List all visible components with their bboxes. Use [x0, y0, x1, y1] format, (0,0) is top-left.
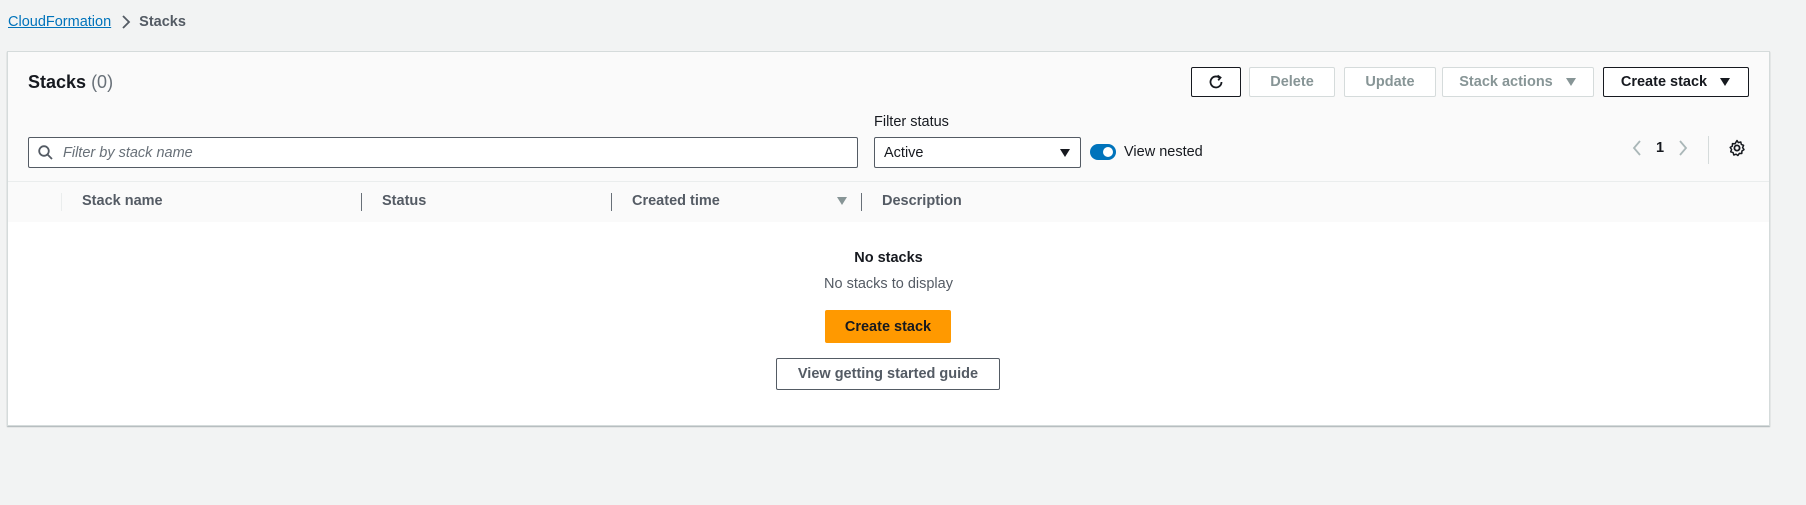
view-nested-label: View nested [1124, 144, 1203, 160]
chevron-left-icon[interactable] [1632, 140, 1642, 156]
page-title: Stacks (0) [28, 72, 113, 93]
chevron-right-icon [121, 15, 131, 29]
pagination: 1 [1632, 140, 1688, 156]
column-header-status[interactable]: Status [382, 193, 426, 209]
table-body: No stacks No stacks to display Create st… [8, 222, 1769, 425]
sort-descending-icon[interactable] [836, 196, 848, 206]
update-button[interactable]: Update [1344, 67, 1436, 97]
view-nested-toggle[interactable]: View nested [1090, 144, 1203, 160]
column-divider[interactable] [861, 193, 862, 211]
refresh-button[interactable] [1191, 67, 1241, 97]
panel-title-text: Stacks [28, 72, 87, 92]
page-number[interactable]: 1 [1656, 140, 1664, 156]
column-divider [61, 193, 62, 211]
stack-actions-label: Stack actions [1459, 74, 1553, 90]
search-field[interactable] [28, 137, 858, 168]
stacks-panel: Stacks (0) Delete Update Stack actions C… [7, 51, 1770, 426]
refresh-icon [1207, 73, 1225, 91]
search-input[interactable] [61, 143, 845, 162]
view-getting-started-guide-button[interactable]: View getting started guide [776, 358, 1000, 390]
column-header-stack-name[interactable]: Stack name [82, 193, 163, 209]
divider [1708, 136, 1709, 164]
breadcrumb-cloudformation-link[interactable]: CloudFormation [8, 14, 111, 30]
caret-down-icon [1719, 77, 1731, 87]
toggle-switch[interactable] [1090, 144, 1116, 160]
column-header-description[interactable]: Description [882, 193, 962, 209]
caret-down-icon [1059, 148, 1071, 158]
filter-status-select[interactable]: Active [874, 137, 1081, 168]
column-header-created-time[interactable]: Created time [632, 193, 720, 209]
chevron-right-icon[interactable] [1678, 140, 1688, 156]
breadcrumb: CloudFormation Stacks [8, 14, 186, 30]
gear-icon[interactable] [1728, 139, 1746, 157]
stack-actions-button[interactable]: Stack actions [1442, 67, 1594, 97]
search-icon [38, 145, 53, 160]
stack-count: (0) [91, 72, 114, 92]
create-stack-label: Create stack [1620, 74, 1708, 90]
delete-button[interactable]: Delete [1249, 67, 1335, 97]
column-divider[interactable] [361, 193, 362, 211]
empty-state-title: No stacks [854, 250, 923, 266]
create-stack-dropdown-button[interactable]: Create stack [1603, 67, 1749, 97]
column-divider[interactable] [611, 193, 612, 211]
filter-status-value: Active [884, 144, 924, 161]
filter-status-label: Filter status [874, 114, 949, 130]
table-header: Stack name Status Created time Descripti… [8, 181, 1769, 223]
caret-down-icon [1565, 77, 1577, 87]
breadcrumb-current: Stacks [139, 14, 186, 30]
create-stack-button[interactable]: Create stack [825, 310, 951, 343]
empty-state-subtitle: No stacks to display [824, 276, 953, 292]
